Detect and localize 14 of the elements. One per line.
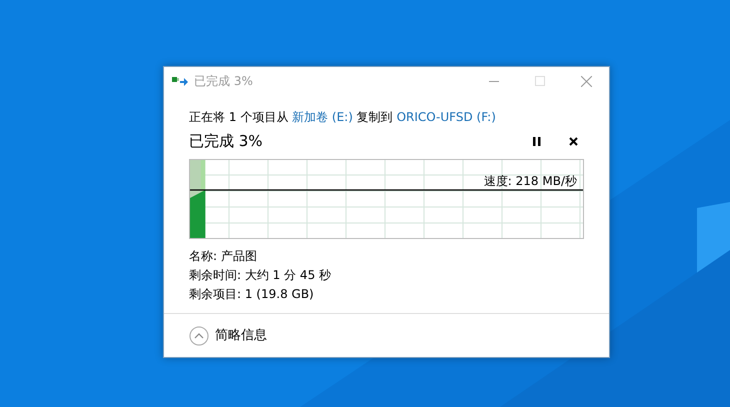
speed-label: 速度: 218 MB/秒 <box>484 172 577 190</box>
copy-description: 正在将 1 个项目从 新加卷 (E:) 复制到 ORICO-UFSD (F:) <box>189 109 497 126</box>
copy-icon <box>172 75 188 87</box>
maximize-icon <box>535 76 545 86</box>
window-title: 已完成 3% <box>194 73 254 90</box>
location-link[interactable]: ORICO-UFSD (F:) <box>396 110 496 124</box>
detail-text: 剩余项目: 1 (19.8 GB) <box>189 286 315 302</box>
detail-text: 名称: 产品图 <box>189 248 258 264</box>
chevron-icon <box>189 326 209 346</box>
details-toggle[interactable]: 简略信息 <box>189 326 267 346</box>
progress-heading: 已完成 3% <box>189 131 264 152</box>
location-link[interactable]: 新加卷 (E:) <box>292 110 353 124</box>
detail-text: 剩余时间: 大约 1 分 45 秒 <box>189 266 332 284</box>
close-icon <box>580 76 592 86</box>
